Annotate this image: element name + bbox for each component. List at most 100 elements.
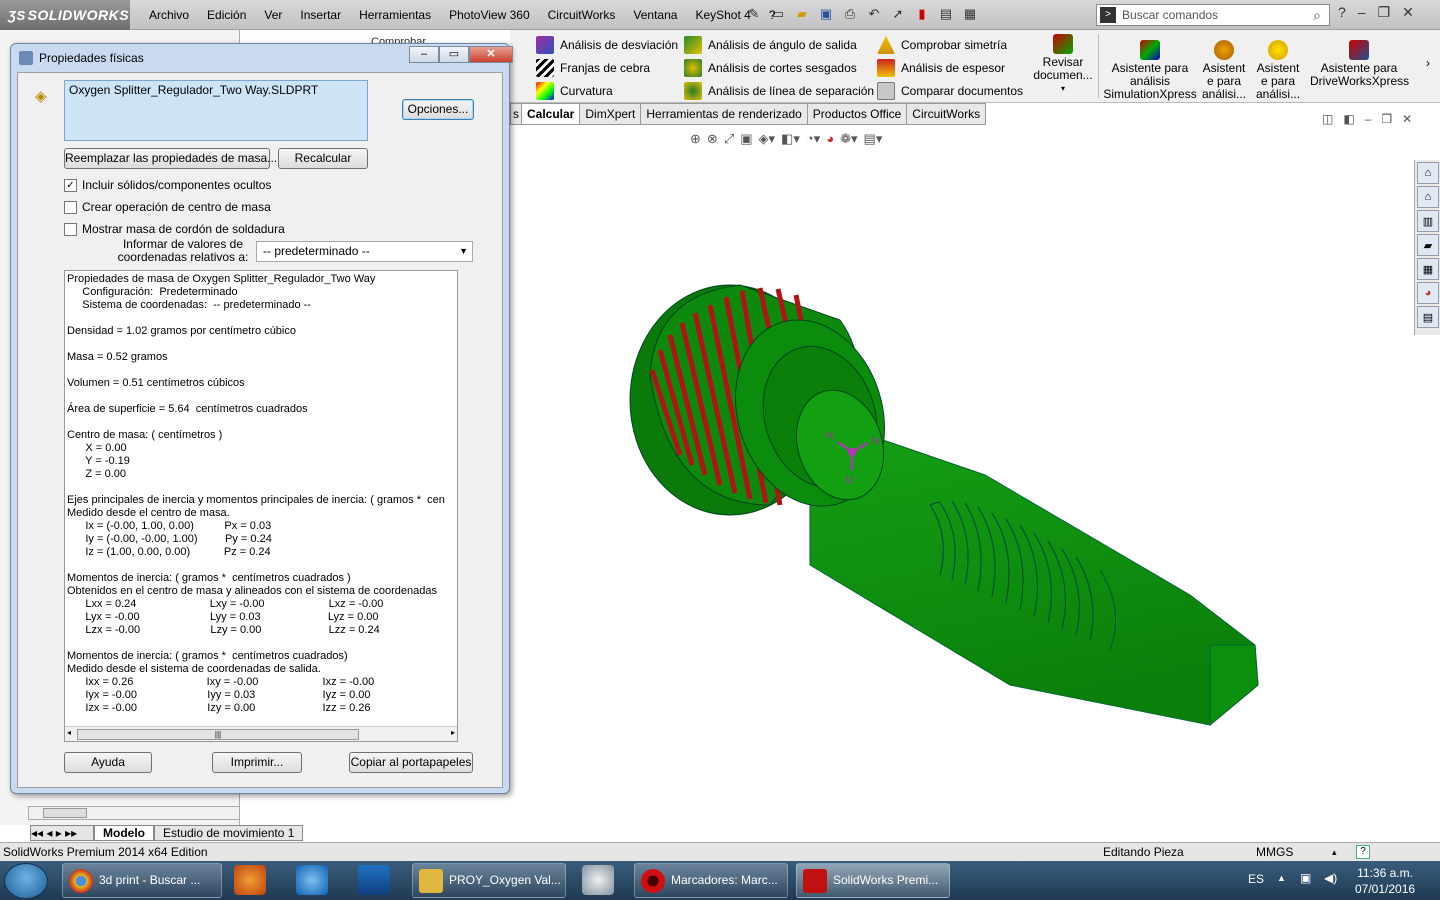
- graphics-viewport[interactable]: Ix Iy Iz: [510, 125, 1414, 825]
- doc-close-icon[interactable]: ✕: [1402, 112, 1412, 126]
- zebra-stripes-button[interactable]: Franjas de cebra: [536, 59, 650, 77]
- paint-icon[interactable]: [582, 865, 614, 895]
- taskbar-chrome[interactable]: 3d print - Buscar ...: [62, 863, 222, 898]
- undo-icon[interactable]: ↶: [864, 4, 884, 24]
- tab-render-tools[interactable]: Herramientas de renderizado: [641, 103, 808, 125]
- close-icon[interactable]: ✕: [1402, 4, 1414, 21]
- select-arrow-icon[interactable]: ➚: [888, 4, 908, 24]
- create-com-checkbox[interactable]: Crear operación de centro de masa: [64, 200, 271, 214]
- appearances-icon[interactable]: ◕: [1417, 282, 1439, 304]
- volume-icon[interactable]: ◀): [1324, 871, 1337, 885]
- doc-maximize-icon[interactable]: ❐: [1381, 112, 1392, 126]
- taskbar-opera[interactable]: Marcadores: Marc...: [634, 863, 788, 898]
- outlook-icon[interactable]: [358, 865, 390, 895]
- tab-calcular[interactable]: Calcular: [522, 103, 581, 125]
- checkbox-unchecked[interactable]: [64, 222, 77, 236]
- menu-ver[interactable]: Ver: [255, 0, 291, 30]
- options-button[interactable]: Opciones...: [402, 99, 474, 120]
- zoom-fit-icon[interactable]: ⊕: [690, 131, 701, 147]
- scroll-thumb[interactable]: |||: [77, 729, 359, 740]
- mass-properties-report[interactable]: Propiedades de masa de Oxygen Splitter_R…: [64, 270, 458, 742]
- file-explorer-icon[interactable]: ▰: [1417, 234, 1439, 256]
- status-units[interactable]: MMGS: [1256, 843, 1293, 861]
- coordinate-system-select[interactable]: -- predeterminado -- ▼: [256, 241, 473, 262]
- options-icon[interactable]: ▦: [960, 4, 980, 24]
- solidworks-logo[interactable]: ƷS SOLIDWORKS: [0, 0, 130, 30]
- file-properties-icon[interactable]: ▤: [936, 4, 956, 24]
- dialog-minimize-button[interactable]: –: [409, 46, 439, 63]
- help-icon[interactable]: ?: [1338, 4, 1346, 21]
- home-icon[interactable]: ⌂: [1417, 186, 1439, 208]
- checkbox-unchecked[interactable]: [64, 200, 77, 214]
- scene-icon[interactable]: ❁▾: [840, 131, 857, 147]
- parting-line-analysis-button[interactable]: Análisis de línea de separación: [684, 82, 874, 100]
- menu-insertar[interactable]: Insertar: [291, 0, 350, 30]
- view-settings-icon[interactable]: ▤▾: [864, 131, 883, 147]
- tab-modelo[interactable]: Modelo: [94, 825, 154, 841]
- rebuild-icon[interactable]: ▮: [912, 4, 932, 24]
- deviation-analysis-button[interactable]: Análisis de desviación: [536, 36, 678, 54]
- taskbar-clock[interactable]: 11:36 a.m. 07/01/2016: [1355, 865, 1415, 897]
- symmetry-check-button[interactable]: Comprobar simetría: [877, 36, 1007, 54]
- section-view-icon[interactable]: ▣: [740, 131, 752, 147]
- include-hidden-checkbox[interactable]: ✓ Incluir sólidos/componentes ocultos: [64, 178, 271, 192]
- print-button[interactable]: Imprimir...: [212, 752, 302, 773]
- search-commands-input[interactable]: > Buscar comandos ⌕: [1096, 4, 1330, 26]
- menu-circuitworks[interactable]: CircuitWorks: [539, 0, 625, 30]
- selected-items-list[interactable]: Oxygen Splitter_Regulador_Two Way.SLDPRT: [64, 80, 368, 141]
- selected-file[interactable]: Oxygen Splitter_Regulador_Two Way.SLDPRT: [69, 83, 318, 97]
- curvature-button[interactable]: Curvatura: [536, 82, 613, 100]
- view-palette-icon[interactable]: ▦: [1417, 258, 1439, 280]
- draft-analysis-button[interactable]: Análisis de ángulo de salida: [684, 36, 857, 54]
- custom-properties-icon[interactable]: ▤: [1417, 306, 1439, 328]
- print-icon[interactable]: ⎙: [840, 4, 860, 24]
- replace-mass-properties-button[interactable]: Reemplazar las propiedades de masa...: [64, 148, 277, 169]
- tray-expand-icon[interactable]: ▲: [1277, 873, 1286, 883]
- checkbox-checked[interactable]: ✓: [64, 178, 77, 192]
- units-up-icon[interactable]: ▴: [1332, 843, 1337, 861]
- driveworksxpress-button[interactable]: Asistente para DriveWorksXpress: [1310, 40, 1409, 88]
- tab-dimxpert[interactable]: DimXpert: [580, 103, 642, 125]
- review-document-button[interactable]: Revisar documen... ▾: [1032, 34, 1094, 95]
- restore-icon[interactable]: ❐: [1378, 4, 1391, 21]
- menu-photoview[interactable]: PhotoView 360: [440, 0, 539, 30]
- display-style-icon[interactable]: ◧▾: [781, 131, 800, 147]
- recalculate-button[interactable]: Recalcular: [278, 148, 368, 169]
- report-hscrollbar[interactable]: ◂ ||| ▸: [65, 726, 457, 741]
- dfmxpress-button[interactable]: Asistent e para análisi...: [1256, 40, 1300, 101]
- simulationxpress-button[interactable]: Asistente para análisis SimulationXpress: [1102, 40, 1198, 101]
- pin-icon[interactable]: ✎: [744, 4, 764, 24]
- tab-office-products[interactable]: Productos Office: [807, 103, 908, 125]
- help-button[interactable]: Ayuda: [64, 752, 152, 773]
- compare-documents-button[interactable]: Comparar documentos: [877, 82, 1023, 100]
- design-library-icon[interactable]: ▥: [1417, 210, 1439, 232]
- language-indicator[interactable]: ES: [1248, 872, 1264, 886]
- hide-show-icon[interactable]: ◔▾: [806, 131, 820, 147]
- minimize-icon[interactable]: –: [1358, 4, 1366, 21]
- scroll-left-icon[interactable]: ◂: [67, 728, 71, 737]
- undercut-analysis-button[interactable]: Análisis de cortes sesgados: [684, 59, 857, 77]
- start-button[interactable]: [4, 863, 48, 899]
- dialog-close-button[interactable]: ✕: [469, 46, 513, 63]
- weld-bead-mass-checkbox[interactable]: Mostrar masa de cordón de soldadura: [64, 222, 285, 236]
- tab-estudio-movimiento[interactable]: Estudio de movimiento 1: [154, 825, 304, 841]
- menu-ventana[interactable]: Ventana: [624, 0, 686, 30]
- tab-nav-arrows[interactable]: ◂◂ ◂ ▸ ▸▸: [30, 825, 94, 841]
- floxpress-button[interactable]: Asistent e para análisi...: [1202, 40, 1246, 101]
- taskbar-solidworks[interactable]: SolidWorks Premi...: [796, 863, 950, 898]
- new-document-icon[interactable]: ▭: [768, 4, 788, 24]
- network-icon[interactable]: ▣: [1300, 871, 1311, 885]
- resources-icon[interactable]: ⌂: [1417, 162, 1439, 184]
- search-icon[interactable]: ⌕: [1313, 5, 1321, 25]
- open-folder-icon[interactable]: ▰: [792, 4, 812, 24]
- thickness-analysis-button[interactable]: Análisis de espesor: [877, 59, 1005, 77]
- tab-truncated[interactable]: s: [510, 103, 522, 125]
- doc-minimize-icon[interactable]: –: [1365, 112, 1372, 126]
- menu-edicion[interactable]: Edición: [198, 0, 255, 30]
- save-icon[interactable]: ▣: [816, 4, 836, 24]
- menu-herramientas[interactable]: Herramientas: [350, 0, 440, 30]
- help-status-icon[interactable]: ?: [1356, 845, 1370, 859]
- ribbon-more-icon[interactable]: ›: [1426, 56, 1430, 70]
- taskbar-explorer[interactable]: PROY_Oxygen Val...: [412, 863, 566, 898]
- view-orientation-icon[interactable]: ◈▾: [759, 131, 776, 147]
